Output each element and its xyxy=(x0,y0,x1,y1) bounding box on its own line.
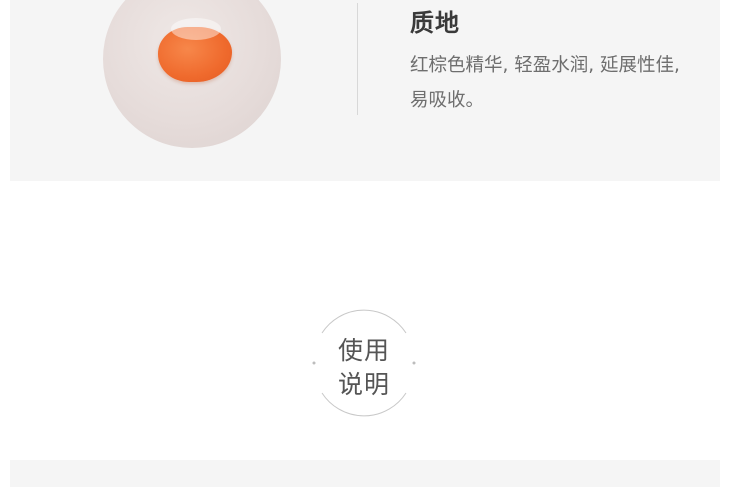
section-divider xyxy=(357,3,358,115)
serum-highlight xyxy=(171,18,221,40)
usage-title-line1: 使用 xyxy=(337,336,390,365)
texture-title: 质地 xyxy=(410,9,460,37)
usage-title-line2: 说明 xyxy=(337,370,390,399)
usage-instructions-badge: 使用 说明 xyxy=(310,309,418,417)
texture-description: 红棕色精华, 轻盈水润, 延展性佳, 易吸收。 xyxy=(410,55,680,111)
texture-swatch-image xyxy=(103,0,281,148)
product-detail-page: 质地 红棕色精华, 轻盈水润, 延展性佳, 易吸收。 使用 说明 xyxy=(0,0,730,487)
next-section-panel xyxy=(10,460,720,487)
